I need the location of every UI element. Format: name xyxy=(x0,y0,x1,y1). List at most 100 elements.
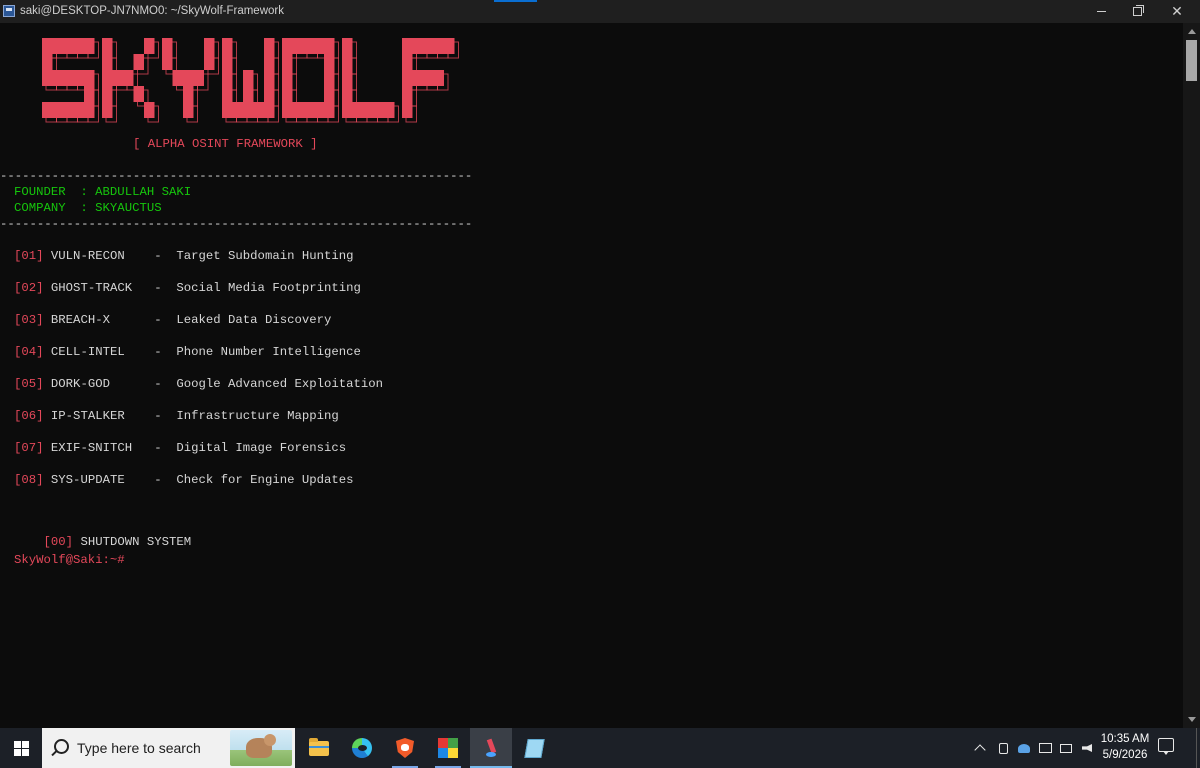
tray-onedrive-button[interactable] xyxy=(1015,728,1033,768)
network-icon xyxy=(1060,743,1072,753)
device-icon xyxy=(998,742,1008,754)
taskbar-file-explorer[interactable] xyxy=(298,728,340,768)
tray-volume-button[interactable] xyxy=(1078,728,1096,768)
taskbar-search-box[interactable]: Type here to search xyxy=(42,728,295,768)
menu-number: [01] xyxy=(14,249,44,263)
menu-number: [07] xyxy=(14,441,44,455)
menu-number: [03] xyxy=(14,313,44,327)
speaker-icon xyxy=(1082,744,1092,752)
menu-item[interactable]: [08] SYS-UPDATE - Check for Engine Updat… xyxy=(14,473,354,487)
taskbar-edge[interactable] xyxy=(341,728,383,768)
taskbar-clock[interactable]: 10:35 AM 5/9/2026 xyxy=(1100,731,1150,763)
logo-block xyxy=(172,70,183,86)
banner-subtitle: [ ALPHA OSINT FRAMEWORK ] xyxy=(133,137,318,151)
menu-item[interactable]: [06] IP-STALKER - Infrastructure Mapping xyxy=(14,409,339,423)
logo-block xyxy=(204,54,215,70)
logo-block xyxy=(162,54,173,70)
menu-name: EXIF-SNITCH xyxy=(50,441,140,455)
logo-block xyxy=(52,38,63,54)
logo-block xyxy=(102,70,113,86)
show-hidden-icons-button[interactable] xyxy=(970,728,990,768)
tray-network-button[interactable] xyxy=(1057,728,1075,768)
scrollbar-thumb[interactable] xyxy=(1186,40,1197,81)
logo-block xyxy=(204,38,215,54)
logo-block xyxy=(232,102,243,118)
taskbar-brave[interactable] xyxy=(384,728,426,768)
logo-block xyxy=(84,38,95,54)
vertical-scrollbar[interactable] xyxy=(1183,23,1200,728)
logo-block xyxy=(144,102,155,118)
menu-item[interactable]: [04] CELL-INTEL - Phone Number Intellige… xyxy=(14,345,361,359)
logo-block xyxy=(373,102,384,118)
founder-line: FOUNDER : ABDULLAH SAKI xyxy=(14,185,192,199)
edge-icon xyxy=(352,738,372,758)
logo-block xyxy=(222,86,233,102)
logo-block xyxy=(183,86,194,102)
logo-block xyxy=(102,54,113,70)
clock-date: 5/9/2026 xyxy=(1102,749,1148,761)
menu-description: - Leaked Data Discovery xyxy=(154,313,332,327)
menu-name: IP-STALKER xyxy=(50,409,140,423)
scroll-down-icon[interactable] xyxy=(1188,717,1196,722)
logo-block xyxy=(42,54,53,70)
logo-block xyxy=(162,38,173,54)
logo-block xyxy=(324,86,335,102)
logo-block xyxy=(102,102,113,118)
taskbar-notepad[interactable] xyxy=(513,728,555,768)
logo-block xyxy=(183,102,194,118)
logo-block xyxy=(342,102,353,118)
company-line: COMPANY : SKYAUCTUS xyxy=(14,201,162,215)
command-prompt[interactable]: SkyWolf@Saki:~# xyxy=(14,553,125,567)
restore-icon xyxy=(1132,5,1144,16)
logo-block xyxy=(402,86,413,102)
logo-block xyxy=(402,54,413,70)
close-icon: ✕ xyxy=(1171,3,1183,20)
logo-block xyxy=(222,70,233,86)
logo-block xyxy=(342,54,353,70)
taskbar-app[interactable] xyxy=(427,728,469,768)
clock-time: 10:35 AM xyxy=(1100,733,1150,745)
skywolf-logo xyxy=(42,38,459,123)
logo-block xyxy=(342,70,353,86)
close-button[interactable]: ✕ xyxy=(1154,0,1200,23)
menu-name: CELL-INTEL xyxy=(50,345,140,359)
logo-block xyxy=(243,102,254,118)
logo-block xyxy=(102,38,113,54)
logo-block xyxy=(84,86,95,102)
logo-block xyxy=(384,102,395,118)
menu-item[interactable]: [03] BREACH-X - Leaked Data Discovery xyxy=(14,313,331,327)
logo-block xyxy=(402,70,413,86)
taskbar: Type here to search 10:35 AM 5/9/2026 xyxy=(0,728,1200,768)
logo-block xyxy=(112,70,123,86)
logo-block xyxy=(264,86,275,102)
show-desktop-button[interactable] xyxy=(1196,728,1200,768)
search-placeholder: Type here to search xyxy=(77,740,201,756)
logo-block xyxy=(84,70,95,86)
menu-item[interactable]: [07] EXIF-SNITCH - Digital Image Forensi… xyxy=(14,441,346,455)
logo-block xyxy=(42,70,53,86)
logo-block xyxy=(282,70,293,86)
tray-device-button[interactable] xyxy=(994,728,1012,768)
menu-item[interactable]: [01] VULN-RECON - Target Subdomain Hunti… xyxy=(14,249,354,263)
menu-item[interactable]: [02] GHOST-TRACK - Social Media Footprin… xyxy=(14,281,361,295)
logo-block xyxy=(52,70,63,86)
logo-block xyxy=(144,38,155,54)
notepad-icon xyxy=(523,738,545,758)
menu-number: [02] xyxy=(14,281,44,295)
scroll-up-icon[interactable] xyxy=(1188,29,1196,34)
terminal-output[interactable]: [ ALPHA OSINT FRAMEWORK ] --------------… xyxy=(0,23,1183,728)
logo-block xyxy=(303,102,314,118)
tray-ime-button[interactable] xyxy=(1036,728,1054,768)
menu-description: - Phone Number Intelligence xyxy=(154,345,361,359)
logo-block xyxy=(292,102,303,118)
logo-block xyxy=(133,86,144,102)
taskbar-terminal[interactable] xyxy=(470,728,512,768)
logo-block xyxy=(292,38,303,54)
menu-name: SHUTDOWN SYSTEM xyxy=(80,535,192,549)
notification-icon[interactable] xyxy=(1158,738,1174,755)
menu-item[interactable]: [05] DORK-GOD - Google Advanced Exploita… xyxy=(14,377,383,391)
logo-block xyxy=(84,102,95,118)
menu-name: VULN-RECON xyxy=(50,249,140,263)
start-button[interactable] xyxy=(0,728,42,768)
logo-block xyxy=(282,38,293,54)
